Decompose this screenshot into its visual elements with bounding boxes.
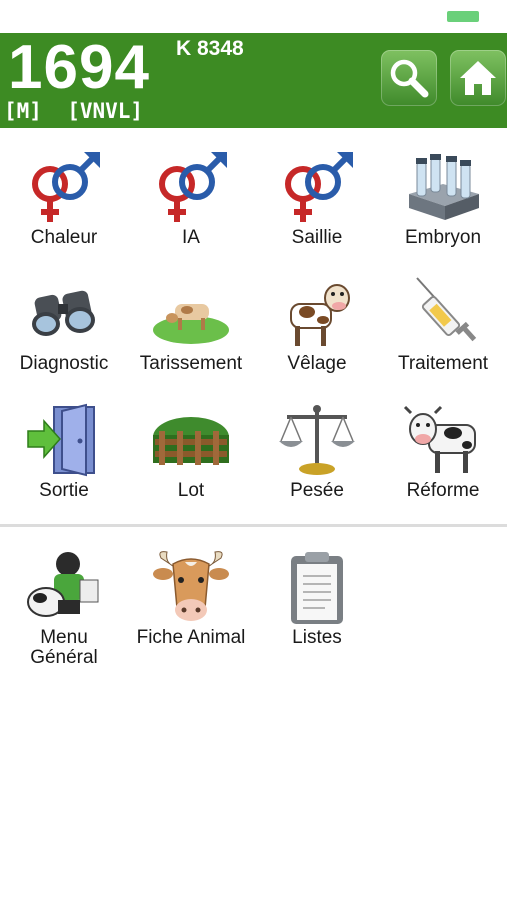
cull-cow-icon	[403, 405, 476, 473]
animal-tags: [M] [VNVL]	[4, 99, 144, 123]
action-pesee[interactable]: Pesée	[254, 397, 380, 512]
action-label: Saillie	[291, 227, 343, 248]
action-label: Sortie	[39, 480, 89, 501]
action-label: Chaleur	[30, 227, 98, 248]
action-chaleur[interactable]: Chaleur	[1, 144, 127, 259]
action-label: Vêlage	[287, 353, 347, 374]
action-label: Diagnostic	[19, 353, 109, 374]
action-label: IA	[182, 227, 200, 248]
scale-icon	[279, 405, 355, 475]
nav-label-line: Général	[30, 647, 98, 668]
action-lot[interactable]: Lot	[128, 397, 254, 512]
nav-label: Listes	[292, 627, 342, 648]
test-tubes-icon	[409, 154, 479, 220]
home-icon	[460, 61, 496, 95]
action-label: Réforme	[406, 480, 480, 501]
action-diagnostic[interactable]: Diagnostic	[1, 270, 127, 385]
action-embryon[interactable]: Embryon	[380, 144, 506, 259]
action-ia[interactable]: IA	[128, 144, 254, 259]
action-label: Pesée	[290, 480, 344, 501]
exit-door-icon	[27, 403, 95, 477]
nav-label-line: Menu	[40, 627, 88, 648]
clipboard-icon	[291, 552, 343, 624]
section-divider	[0, 524, 507, 527]
home-button[interactable]	[450, 50, 506, 106]
action-tarissement[interactable]: Tarissement	[128, 270, 254, 385]
action-traitement[interactable]: Traitement	[380, 270, 506, 385]
cow-head-icon	[153, 551, 229, 621]
animal-number: 1694	[8, 33, 150, 102]
grazing-cow-icon	[153, 304, 229, 344]
nav-listes[interactable]: Listes	[254, 544, 380, 659]
action-label: Traitement	[397, 353, 489, 374]
nav-fiche-animal[interactable]: Fiche Animal	[128, 544, 254, 659]
nav-label: Fiche Animal	[136, 627, 246, 648]
gender-symbols-icon	[285, 152, 353, 222]
farmer-icon	[27, 552, 99, 617]
syringe-icon	[416, 277, 477, 342]
nav-label: Menu Général	[0, 628, 133, 668]
action-reforme[interactable]: Réforme	[380, 397, 506, 512]
action-velage[interactable]: Vêlage	[254, 270, 380, 385]
animal-header: 1694 K 8348 [M] [VNVL]	[0, 33, 507, 128]
gender-symbols-icon	[159, 152, 227, 222]
cow-icon	[290, 284, 350, 346]
fence-icon	[153, 417, 229, 465]
action-label: Embryon	[404, 227, 482, 248]
action-sortie[interactable]: Sortie	[1, 397, 127, 512]
action-label: Lot	[177, 480, 205, 501]
binoculars-icon	[32, 290, 95, 336]
search-icon	[390, 59, 429, 98]
status-bar	[0, 0, 507, 32]
action-saillie[interactable]: Saillie	[254, 144, 380, 259]
battery-icon	[447, 11, 479, 22]
action-label: Tarissement	[139, 353, 243, 374]
animal-code: K 8348	[176, 37, 244, 60]
search-button[interactable]	[381, 50, 437, 106]
gender-symbols-icon	[32, 152, 100, 222]
nav-menu-general[interactable]: Menu Général	[1, 544, 127, 669]
